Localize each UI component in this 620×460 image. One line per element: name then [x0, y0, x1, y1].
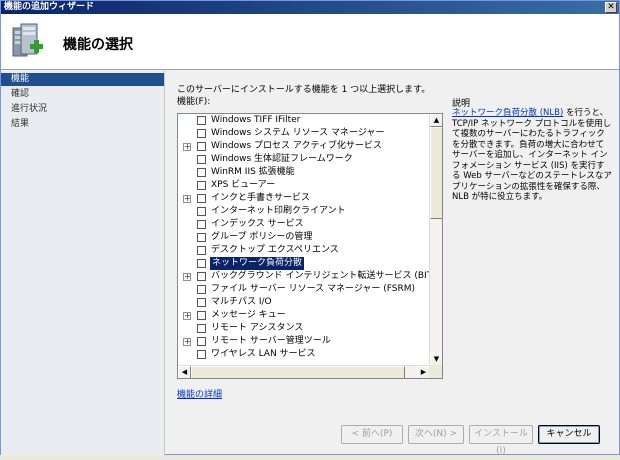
wizard-steps-sidebar: 機能 確認 進行状況 結果 [1, 71, 165, 456]
feature-row[interactable]: + メッセージ キュー [178, 309, 430, 322]
feature-row[interactable]: ファイル サーバー リソース マネージャー (FSRM) [178, 283, 430, 296]
feature-checkbox[interactable] [197, 181, 206, 190]
feature-checkbox[interactable] [197, 142, 206, 151]
feature-details-link[interactable]: 機能の詳細 [177, 387, 222, 400]
sidebar-item-results: 結果 [11, 119, 30, 129]
install-button[interactable]: インストール(I) [469, 425, 533, 456]
feature-label: インクと手書きサービス [211, 193, 311, 203]
features-tree[interactable]: Windows TIFF IFilter Windows システム リソース マネ… [177, 113, 443, 379]
feature-row[interactable]: XPS ビューアー [178, 179, 430, 192]
feature-row[interactable]: インターネット印刷クライアント [178, 205, 430, 218]
feature-checkbox[interactable] [197, 350, 206, 359]
feature-label: リモート アシスタンス [211, 323, 304, 333]
feature-label: Windows 生体認証フレームワーク [211, 154, 353, 164]
features-list: Windows TIFF IFilter Windows システム リソース マネ… [178, 114, 430, 366]
feature-checkbox[interactable] [197, 272, 206, 281]
feature-label: Windows システム リソース マネージャー [211, 128, 385, 138]
feature-row[interactable]: Windows システム リソース マネージャー [178, 127, 430, 140]
feature-checkbox[interactable] [197, 337, 206, 346]
expand-icon[interactable]: + [183, 312, 191, 320]
description-feature-link[interactable]: ネットワーク負荷分散 (NLB) [452, 108, 563, 118]
feature-label: インデックス サービス [211, 219, 304, 229]
feature-checkbox[interactable] [197, 246, 206, 255]
feature-label: ワイヤレス LAN サービス [211, 349, 316, 359]
title-bar: 機能の追加ウィザード ✕ [1, 1, 619, 14]
description-body: ネットワーク負荷分散 (NLB) を行うと、TCP/IP ネットワーク プロトコ… [452, 108, 612, 203]
wizard-header: 機能の選択 [1, 14, 619, 70]
feature-row[interactable]: + インクと手書きサービス [178, 192, 430, 205]
expand-icon[interactable]: + [183, 273, 191, 281]
wizard-window: 機能の追加ウィザード ✕ 機能の選択 機能 確認 進行状況 結果 このサーバーに… [0, 0, 620, 456]
expand-icon[interactable]: + [183, 195, 191, 203]
window-title: 機能の追加ウィザード [4, 2, 95, 12]
feature-label: Windows プロセス アクティブ化サービス [211, 141, 382, 151]
scroll-left-icon[interactable]: ◀ [178, 366, 191, 378]
feature-checkbox[interactable] [197, 233, 206, 242]
feature-row[interactable]: + Windows プロセス アクティブ化サービス [178, 140, 430, 153]
feature-row[interactable]: + バックグラウンド インテリジェント転送サービス (BITS) [178, 270, 430, 283]
horizontal-scrollbar[interactable]: ◀ ▶ [178, 365, 430, 378]
sidebar-item-progress: 進行状況 [11, 104, 48, 114]
feature-checkbox[interactable] [197, 207, 206, 216]
feature-label: ネットワーク負荷分散 [208, 256, 306, 271]
feature-checkbox[interactable] [197, 194, 206, 203]
feature-row[interactable]: マルチパス I/O [178, 296, 430, 309]
feature-checkbox[interactable] [197, 311, 206, 320]
next-button[interactable]: 次へ(N) > [408, 425, 464, 444]
feature-label: メッセージ キュー [211, 310, 286, 320]
feature-label: WinRM IIS 拡張機能 [211, 167, 295, 177]
features-label: 機能(F): [177, 97, 211, 107]
close-button[interactable]: ✕ [605, 2, 617, 13]
horizontal-scroll-thumb[interactable] [191, 366, 405, 378]
vertical-scrollbar[interactable]: ▲ ▼ [429, 114, 442, 366]
sidebar-item-features[interactable]: 機能 [1, 73, 164, 86]
feature-row[interactable]: Windows TIFF IFilter [178, 114, 430, 127]
description-text: を行うと、TCP/IP ネットワーク プロトコルを使用して複数のサーバーにわたる… [452, 108, 612, 202]
feature-checkbox[interactable] [197, 285, 206, 294]
scroll-up-icon[interactable]: ▲ [430, 114, 442, 127]
feature-row[interactable]: リモート アシスタンス [178, 322, 430, 335]
vertical-scroll-thumb[interactable] [430, 127, 442, 219]
feature-row[interactable]: + リモート サーバー管理ツール [178, 335, 430, 348]
feature-row[interactable]: ネットワーク負荷分散 [178, 256, 430, 271]
feature-checkbox[interactable] [197, 298, 206, 307]
page-title: 機能の選択 [63, 37, 133, 53]
feature-label: グループ ポリシーの管理 [211, 232, 313, 242]
feature-checkbox[interactable] [197, 155, 206, 164]
back-button[interactable]: < 前へ(P) [341, 425, 403, 444]
feature-checkbox[interactable] [197, 168, 206, 177]
feature-row[interactable]: ワイヤレス LAN サービス [178, 348, 430, 361]
sidebar-item-confirmation: 確認 [11, 89, 30, 99]
feature-checkbox[interactable] [197, 116, 206, 125]
feature-label: バックグラウンド インテリジェント転送サービス (BITS) [211, 271, 430, 281]
feature-label: デスクトップ エクスペリエンス [211, 245, 339, 255]
feature-checkbox[interactable] [197, 129, 206, 138]
instruction-text: このサーバーにインストールする機能を 1 つ以上選択します。 [177, 85, 431, 95]
feature-label: マルチパス I/O [211, 297, 272, 307]
feature-row[interactable]: Windows 生体認証フレームワーク [178, 153, 430, 166]
add-features-wizard-icon [12, 23, 43, 57]
feature-row[interactable]: WinRM IIS 拡張機能 [178, 166, 430, 179]
expand-icon[interactable]: + [183, 338, 191, 346]
feature-label: リモート サーバー管理ツール [211, 336, 331, 346]
feature-row[interactable]: グループ ポリシーの管理 [178, 231, 430, 244]
feature-checkbox[interactable] [197, 220, 206, 229]
feature-row[interactable]: インデックス サービス [178, 218, 430, 231]
feature-row[interactable]: デスクトップ エクスペリエンス [178, 244, 430, 257]
feature-label: インターネット印刷クライアント [211, 206, 346, 216]
feature-label: ファイル サーバー リソース マネージャー (FSRM) [211, 284, 416, 294]
cancel-button[interactable]: キャンセル [538, 425, 600, 444]
expand-icon[interactable]: + [183, 143, 191, 151]
feature-label: Windows TIFF IFilter [211, 115, 301, 125]
scrollbar-corner [429, 365, 442, 378]
feature-label: XPS ビューアー [211, 180, 276, 190]
feature-checkbox[interactable] [197, 324, 206, 333]
feature-checkbox[interactable] [197, 259, 206, 268]
